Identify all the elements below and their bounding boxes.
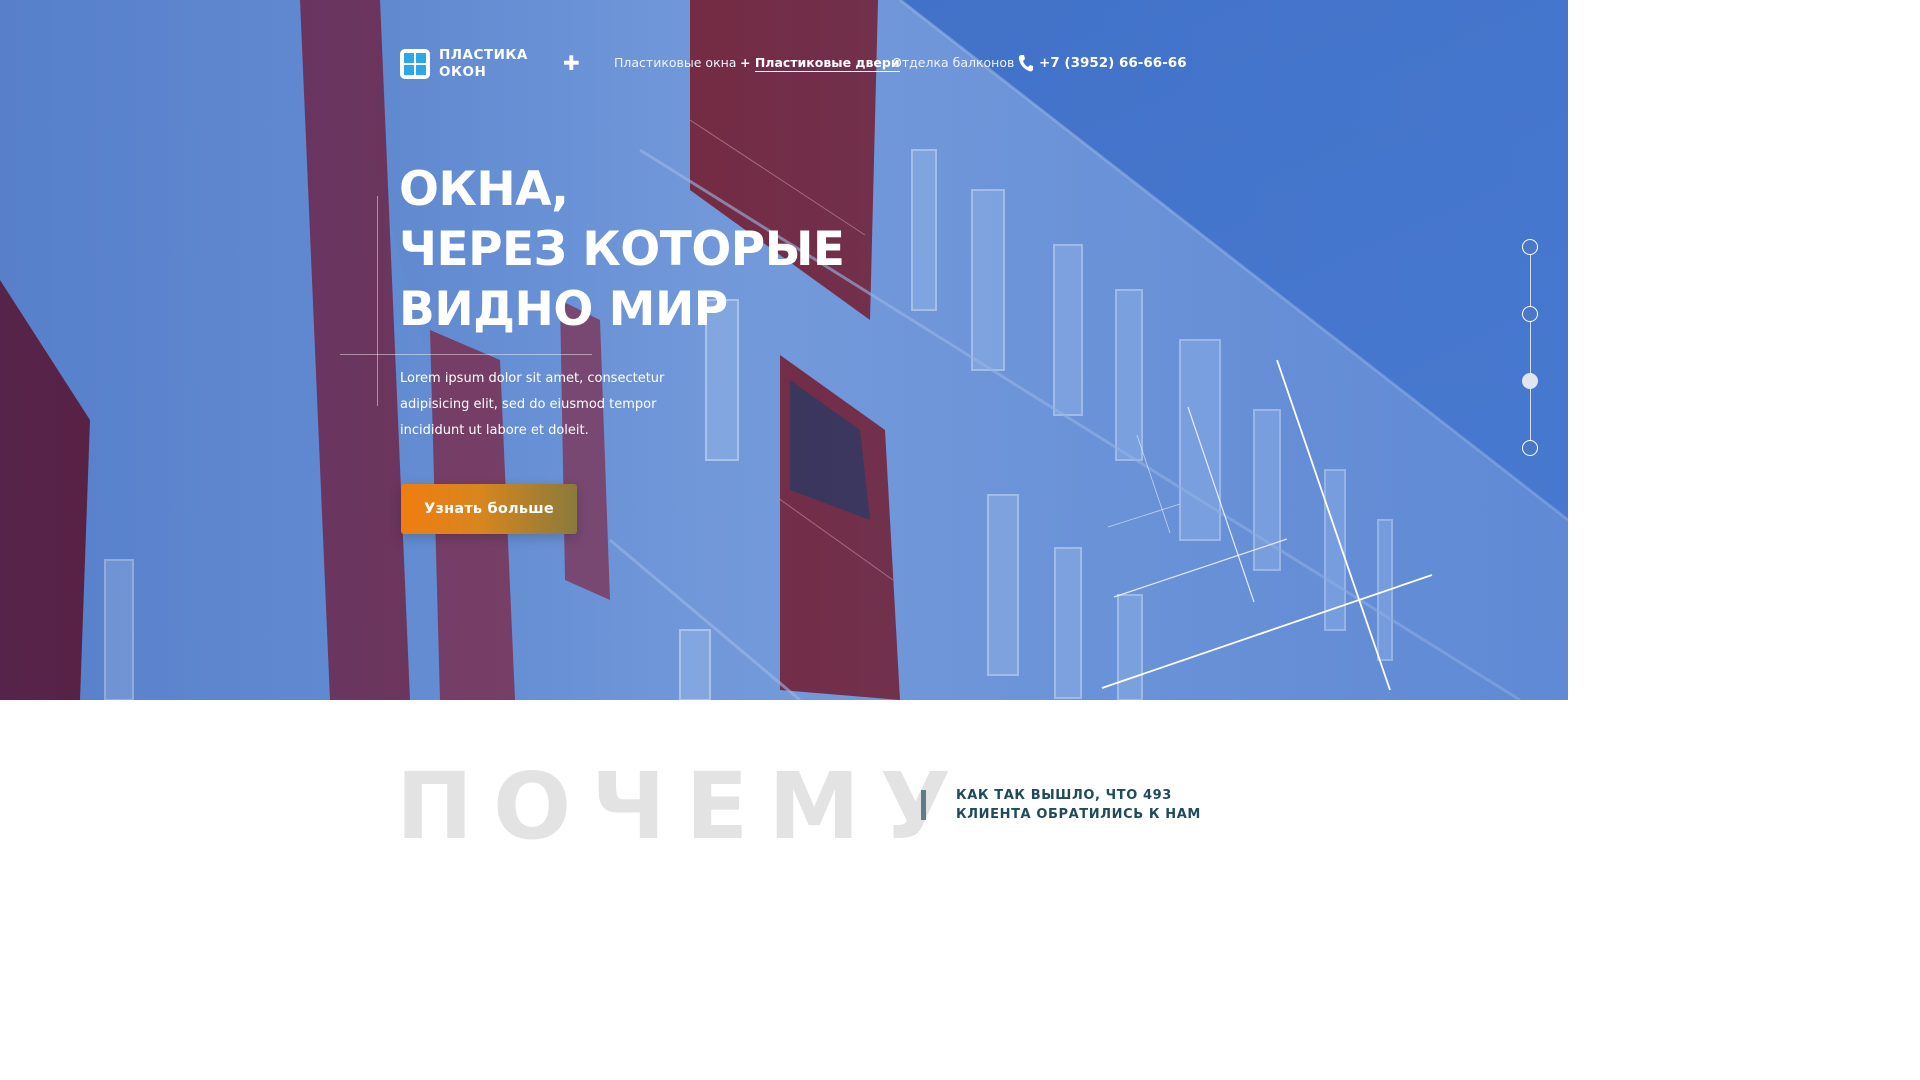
hero-title-line: ОКНА, xyxy=(399,162,569,217)
why-section-subtitle: КАК ТАК ВЫШЛО, ЧТО 493 КЛИЕНТА ОБРАТИЛИС… xyxy=(956,788,1201,822)
brand-name: ПЛАСТИКА ОКОН xyxy=(439,47,528,80)
brand-logo[interactable]: ПЛАСТИКА ОКОН xyxy=(400,47,539,81)
decor-horizontal-line xyxy=(340,354,592,355)
why-section-title: ПОЧЕМУ xyxy=(396,753,971,860)
plus-icon[interactable]: ✚ xyxy=(563,53,580,73)
hero-title-line: ВИДНО МИР xyxy=(399,282,728,337)
hero-title-line: ЧЕРЕЗ КОТОРЫЕ xyxy=(399,222,845,277)
slider-dot-2[interactable] xyxy=(1522,306,1538,322)
nav-item-plastic-windows[interactable]: Пластиковые окна xyxy=(614,55,736,71)
hero-lead-text: Lorem ipsum dolor sit amet, consectetur … xyxy=(400,371,665,438)
slider-pagination xyxy=(1521,239,1539,459)
learn-more-button[interactable]: Узнать больше xyxy=(401,484,577,534)
slider-dot-1[interactable] xyxy=(1522,239,1538,255)
pagination-track xyxy=(1529,247,1531,447)
phone-link[interactable]: +7 (3952) 66-66-66 xyxy=(1018,54,1187,72)
slider-dot-4[interactable] xyxy=(1522,440,1538,456)
phone-icon xyxy=(1018,55,1033,72)
decor-crossing-lines xyxy=(1101,359,1433,691)
phone-number: +7 (3952) 66-66-66 xyxy=(1039,55,1187,71)
decor-vertical-line xyxy=(377,196,378,406)
hero-title: ОКНА, ЧЕРЕЗ КОТОРЫЕ ВИДНО МИР xyxy=(399,160,919,340)
why-section-accent-bar xyxy=(921,790,926,820)
hero-section: ПЛАСТИКА ОКОН ✚ Пластиковые окна + Пласт… xyxy=(0,0,1568,700)
window-logo-icon xyxy=(400,49,430,79)
nav-item-prefix: + xyxy=(740,55,751,70)
nav-item-plastic-doors[interactable]: + Пластиковые двери xyxy=(740,55,900,72)
slider-dot-3[interactable] xyxy=(1522,373,1538,389)
nav-item-balcony-finishing[interactable]: Отделка балконов xyxy=(892,55,1014,71)
